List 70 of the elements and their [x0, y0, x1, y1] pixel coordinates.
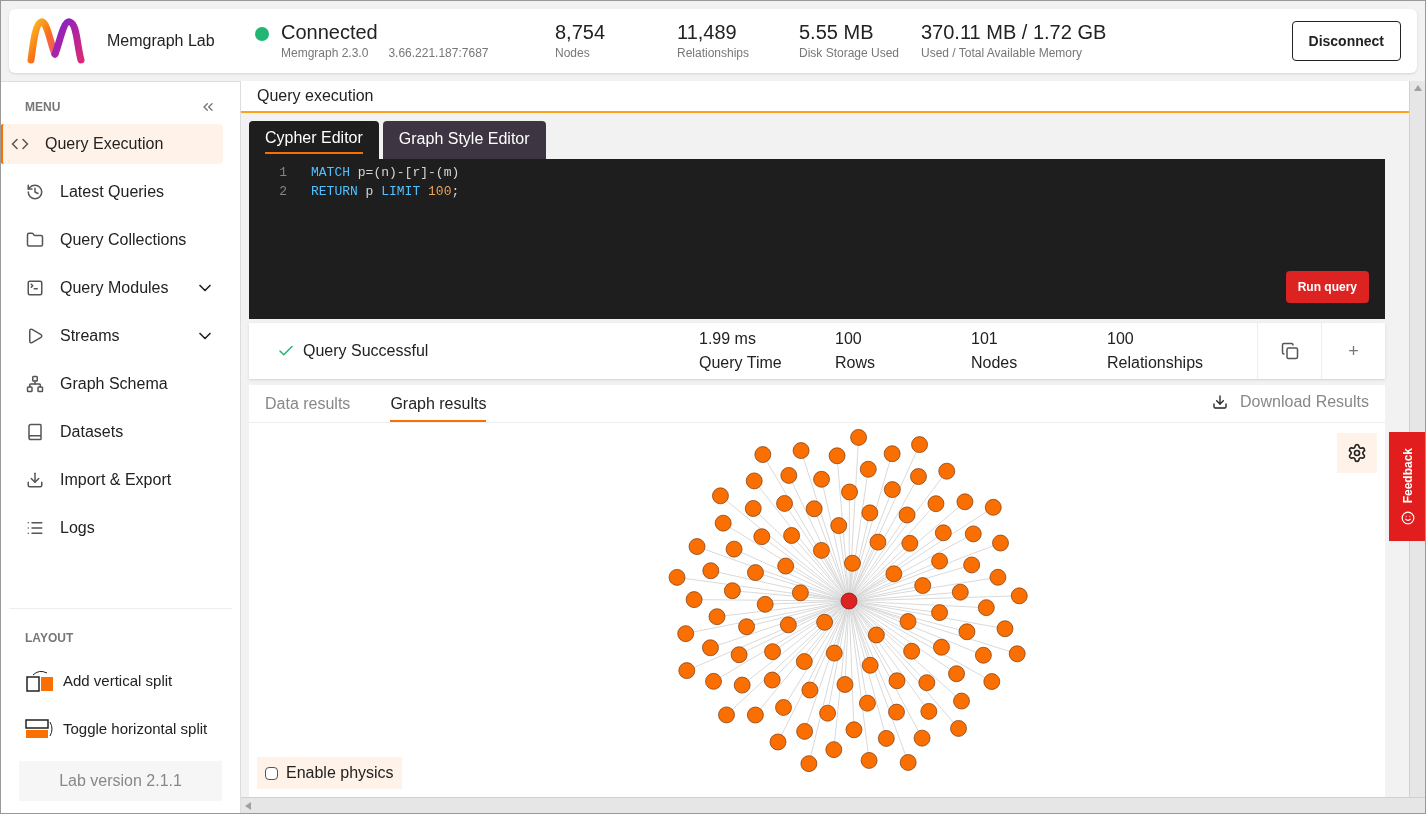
horizontal-split-icon: [25, 717, 55, 741]
menu-item[interactable]: Latest Queries: [18, 172, 223, 212]
version-text: Memgraph 2.3.0: [281, 45, 369, 62]
stat-label: Relationships: [677, 45, 751, 62]
menu-icon: [26, 327, 44, 345]
menu-icon: [26, 471, 44, 489]
horizontal-scrollbar[interactable]: [241, 797, 1425, 813]
result-tab[interactable]: Data results: [265, 392, 351, 422]
code-line: RETURN p LIMIT 100;: [311, 182, 460, 201]
line-number: 2: [278, 182, 287, 201]
code-editor[interactable]: 1 MATCH p=(n)-[r]-(m) 2 RETURN p LIMIT 100; Run query: [249, 159, 1385, 319]
editor-tab[interactable]: Graph Style Editor: [382, 121, 546, 159]
vertical-split-icon: [25, 669, 55, 693]
stat-label: Used / Total Available Memory: [921, 45, 1083, 62]
download-icon: [1212, 394, 1229, 410]
metric-label: Rows: [835, 353, 876, 373]
menu-icon: [26, 519, 44, 537]
metric-label: Query Time: [699, 353, 783, 373]
menu-item[interactable]: Datasets: [18, 412, 223, 452]
download-results-button[interactable]: Download Results: [1212, 390, 1369, 422]
run-query-button[interactable]: Run query: [1285, 271, 1369, 303]
copy-icon: [1280, 342, 1299, 360]
stat-label: Disk Storage Used: [799, 45, 901, 62]
logo-icon: [25, 16, 87, 66]
menu-item[interactable]: Graph Schema: [18, 364, 223, 404]
feedback-tab[interactable]: Feedback: [1389, 432, 1425, 541]
menu-item[interactable]: Query Modules: [18, 268, 223, 308]
menu-item[interactable]: Query Collections: [18, 220, 223, 260]
stat-value: 370.11 MB / 1.72 GB: [921, 20, 1108, 44]
version-label: Lab version 2.1.1: [19, 761, 222, 801]
left-arrow-icon[interactable]: [245, 801, 251, 810]
menu-icon: [26, 231, 44, 249]
add-button[interactable]: +: [1321, 323, 1385, 379]
metric-value: 101: [971, 329, 999, 349]
menu-icon: [26, 375, 44, 393]
connection-status: Connected: [281, 20, 379, 44]
layout-item[interactable]: Toggle horizontal split: [25, 705, 240, 753]
metric-value: 1.99 ms: [699, 329, 757, 349]
up-arrow-icon[interactable]: [1413, 85, 1422, 91]
result-tab[interactable]: Graph results: [390, 392, 487, 422]
layout-heading: LAYOUT: [25, 631, 74, 645]
menu-icon: [26, 423, 44, 441]
menu-heading: MENU: [25, 99, 61, 116]
menu-icon: [26, 183, 44, 201]
menu-item[interactable]: Import & Export: [18, 460, 223, 500]
page-title: Query execution: [257, 86, 374, 106]
stat-label: Nodes: [555, 45, 591, 62]
app-name: Memgraph Lab: [107, 31, 215, 51]
menu-icon: [26, 279, 44, 297]
code-line: MATCH p=(n)-[r]-(m): [311, 163, 460, 182]
enable-physics-checkbox[interactable]: Enable physics: [257, 757, 402, 789]
stat-value: 11,489: [677, 20, 738, 44]
address-text: 3.66.221.187:7687: [388, 45, 489, 62]
layout-item[interactable]: Add vertical split: [25, 657, 240, 705]
disconnect-button[interactable]: Disconnect: [1291, 21, 1401, 61]
stat-value: 8,754: [555, 20, 607, 44]
query-status: Query Successful: [303, 341, 430, 361]
line-number: 1: [278, 163, 287, 182]
smiley-icon: [1401, 511, 1415, 526]
metric-label: Nodes: [971, 353, 1019, 373]
stat-value: 5.55 MB: [799, 20, 875, 44]
metric-label: Relationships: [1107, 353, 1205, 373]
settings-button[interactable]: [1337, 433, 1377, 473]
menu-item[interactable]: Streams: [18, 316, 223, 356]
menu-item[interactable]: Logs: [18, 508, 223, 548]
metric-value: 100: [835, 329, 863, 349]
settings-icon: [1347, 443, 1367, 463]
metric-value: 100: [1107, 329, 1135, 349]
menu-item[interactable]: Query Execution: [1, 124, 223, 164]
editor-tab[interactable]: Cypher Editor: [249, 121, 379, 159]
